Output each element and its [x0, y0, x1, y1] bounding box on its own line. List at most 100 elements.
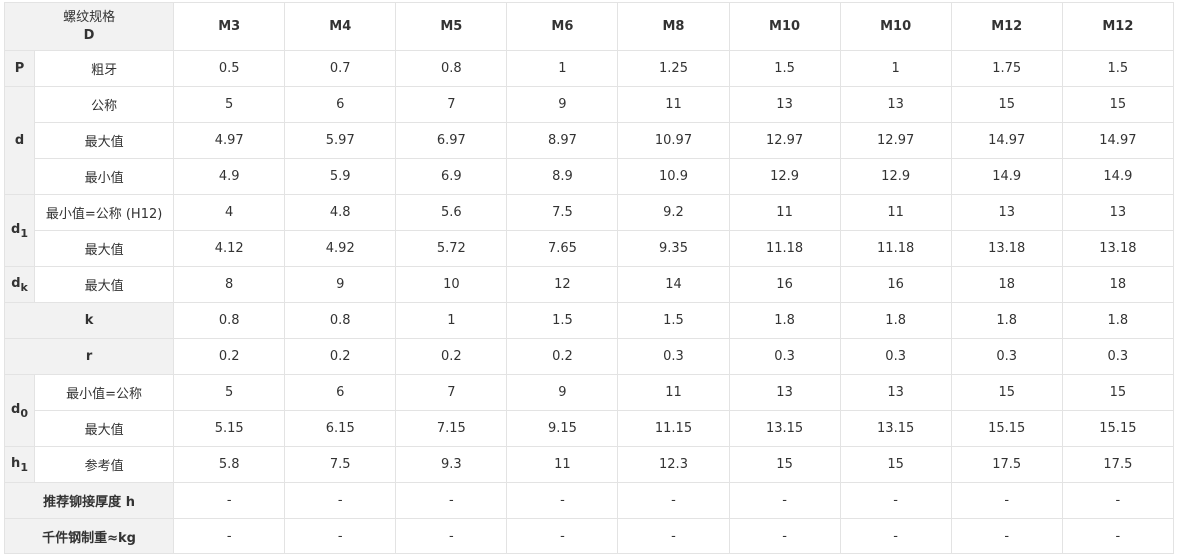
value-cell: 5.8 — [173, 446, 286, 483]
value-cell: 4.12 — [173, 230, 286, 267]
row-sublabel-cell: 最大值 — [34, 266, 175, 303]
value-cell: 9.35 — [617, 230, 730, 267]
symbol-cell: r — [3, 338, 175, 375]
value-cell: 10.97 — [617, 122, 730, 159]
value-cell: - — [395, 482, 508, 519]
size-header-cell: M8 — [617, 2, 730, 51]
value-cell: 15 — [839, 446, 952, 483]
value-cell: - — [728, 518, 841, 554]
value-cell: 6.9 — [395, 158, 508, 195]
value-cell: 7 — [395, 374, 508, 411]
row-sublabel-cell: 最大值 — [34, 230, 175, 267]
value-cell: 9 — [506, 86, 619, 123]
header-row: 螺纹规格 D M3 M4 M5 M6 M8 M10 M10 M12 M12 — [3, 2, 1175, 51]
value-cell: - — [617, 482, 730, 519]
value-cell: 6.97 — [395, 122, 508, 159]
thread-spec-label: 螺纹规格 — [63, 9, 116, 25]
value-cell: 0.3 — [839, 338, 952, 375]
value-cell: 13 — [1061, 194, 1175, 231]
value-cell: 8.9 — [506, 158, 619, 195]
value-cell: 0.2 — [173, 338, 286, 375]
value-cell: 12.9 — [839, 158, 952, 195]
row-label-cell: 千件钢制重≈kg — [3, 518, 175, 554]
value-cell: 11 — [728, 194, 841, 231]
value-cell: 4.97 — [173, 122, 286, 159]
value-cell: 13.15 — [839, 410, 952, 447]
symbol-cell: h1 — [3, 446, 36, 483]
value-cell: 10 — [395, 266, 508, 303]
value-cell: 7.65 — [506, 230, 619, 267]
value-cell: 4 — [173, 194, 286, 231]
value-cell: 12 — [506, 266, 619, 303]
symbol-cell: d1 — [3, 194, 36, 267]
value-cell: - — [728, 482, 841, 519]
value-cell: 1.5 — [728, 50, 841, 87]
value-cell: - — [1061, 482, 1175, 519]
row-sublabel-cell: 最小值=公称 (H12) — [34, 194, 175, 231]
value-cell: 6 — [284, 86, 397, 123]
value-cell: 11 — [506, 446, 619, 483]
symbol-base: d — [11, 275, 21, 291]
value-cell: 15 — [1061, 374, 1175, 411]
symbol-base: d — [11, 221, 21, 237]
symbol-subscript: 1 — [20, 460, 28, 474]
value-cell: 1.5 — [506, 302, 619, 339]
value-cell: - — [839, 482, 952, 519]
value-cell: 1.25 — [617, 50, 730, 87]
value-cell: - — [839, 518, 952, 554]
value-cell: 11.18 — [839, 230, 952, 267]
value-cell: - — [395, 518, 508, 554]
value-cell: 14.97 — [950, 122, 1063, 159]
value-cell: 18 — [950, 266, 1063, 303]
size-header-cell: M12 — [1061, 2, 1175, 51]
value-cell: 6 — [284, 374, 397, 411]
value-cell: - — [506, 518, 619, 554]
row-sublabel-cell: 最小值 — [34, 158, 175, 195]
table-row: dk 最大值 8 9 10 12 14 16 16 18 18 — [3, 266, 1175, 303]
symbol-base: h — [11, 455, 21, 471]
size-header-cell: M3 — [173, 2, 286, 51]
table-row: r 0.2 0.2 0.2 0.2 0.3 0.3 0.3 0.3 0.3 — [3, 338, 1175, 375]
value-cell: 15 — [1061, 86, 1175, 123]
value-cell: 9.15 — [506, 410, 619, 447]
value-cell: 0.8 — [395, 50, 508, 87]
value-cell: 7.5 — [284, 446, 397, 483]
value-cell: 1.75 — [950, 50, 1063, 87]
size-header-cell: M12 — [950, 2, 1063, 51]
value-cell: 7 — [395, 86, 508, 123]
value-cell: 10.9 — [617, 158, 730, 195]
symbol-cell: d — [3, 86, 36, 195]
value-cell: 5.6 — [395, 194, 508, 231]
value-cell: 14 — [617, 266, 730, 303]
row-sublabel-cell: 最大值 — [34, 410, 175, 447]
symbol-cell: dk — [3, 266, 36, 303]
value-cell: 5.15 — [173, 410, 286, 447]
table-row: 最大值 5.15 6.15 7.15 9.15 11.15 13.15 13.15 15.15 1… — [5, 410, 1175, 447]
value-cell: 12.97 — [839, 122, 952, 159]
row-sublabel-cell: 最大值 — [34, 122, 175, 159]
value-cell: 0.3 — [617, 338, 730, 375]
value-cell: 15.15 — [1061, 410, 1175, 447]
nut-specification-table: 螺纹规格 D M3 M4 M5 M6 M8 M10 M10 M12 M12 P 粗牙 0.5 0.7 0… — [3, 2, 1175, 554]
row-sublabel-cell: 参考值 — [34, 446, 175, 483]
value-cell: 17.5 — [1061, 446, 1175, 483]
size-header-cell: M5 — [395, 2, 508, 51]
table-row: d0 最小值=公称 5 6 7 9 11 13 13 15 15 — [3, 374, 1175, 447]
value-cell: 13 — [950, 194, 1063, 231]
table-row: 千件钢制重≈kg - - - - - - - - - — [3, 518, 1175, 554]
value-cell: 13 — [728, 86, 841, 123]
row-sublabel-cell: 最小值=公称 — [34, 374, 175, 411]
thread-spec-header: 螺纹规格 D — [3, 2, 175, 51]
value-cell: 16 — [839, 266, 952, 303]
value-cell: 9 — [284, 266, 397, 303]
value-cell: 15 — [950, 374, 1063, 411]
value-cell: 14.97 — [1061, 122, 1175, 159]
value-cell: 9.2 — [617, 194, 730, 231]
value-cell: 0.5 — [173, 50, 286, 87]
value-cell: 13.15 — [728, 410, 841, 447]
table-row: 最大值 4.12 4.92 5.72 7.65 9.35 11.18 11.18 13.18 13… — [5, 230, 1175, 267]
row-label-cell: 推荐铆接厚度 h — [3, 482, 175, 519]
value-cell: - — [284, 518, 397, 554]
value-cell: 5.72 — [395, 230, 508, 267]
value-cell: - — [173, 518, 286, 554]
